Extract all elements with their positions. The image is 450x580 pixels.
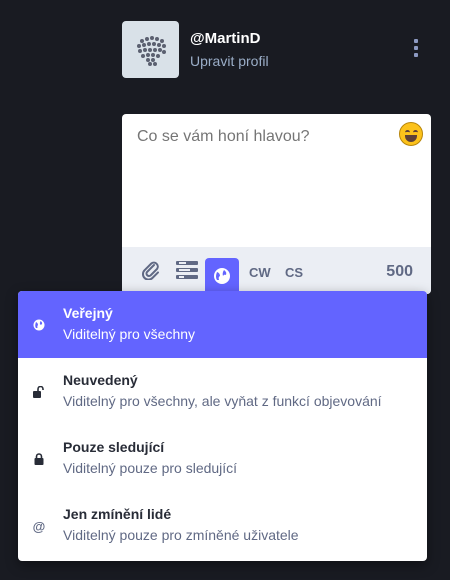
content-warning-button[interactable]: CW <box>249 265 271 280</box>
option-title: Pouze sledující <box>63 439 165 455</box>
privacy-option-public[interactable]: Veřejný Viditelný pro všechny <box>18 291 427 358</box>
privacy-option-direct[interactable]: @ Jen zmínění lidé Viditelný pouze pro z… <box>18 492 427 559</box>
globe-icon <box>33 319 45 331</box>
avatar[interactable] <box>122 21 179 78</box>
at-icon: @ <box>32 518 46 534</box>
language-button[interactable]: CS <box>285 265 303 280</box>
privacy-option-unlisted[interactable]: Neuvedený Viditelný pro všechny, ale vyň… <box>18 358 427 425</box>
navigation-bar: @MartinD Upravit profil <box>122 21 432 79</box>
option-title: Neuvedený <box>63 372 138 388</box>
unlock-icon <box>33 386 45 398</box>
compose-textarea[interactable] <box>135 127 399 147</box>
option-description: Viditelný pro všechny, ale vyňat z funkc… <box>63 393 382 409</box>
emoji-picker-icon[interactable] <box>399 122 423 146</box>
character-counter: 500 <box>386 263 413 280</box>
option-title: Jen zmínění lidé <box>63 506 172 522</box>
option-description: Viditelný pouze pro zmíněné uživatele <box>63 527 299 543</box>
option-description: Viditelný pouze pro sledující <box>63 460 238 476</box>
privacy-dropdown-menu: Veřejný Viditelný pro všechny Neuvedený … <box>18 291 427 561</box>
poll-icon[interactable] <box>176 260 198 280</box>
compose-toolbar: CW CS 500 <box>122 247 431 294</box>
more-options-icon[interactable] <box>407 37 425 59</box>
option-description: Viditelný pro všechny <box>63 326 196 342</box>
privacy-dropdown-button[interactable] <box>205 258 239 294</box>
edit-profile-link[interactable]: Upravit profil <box>190 53 269 69</box>
paperclip-icon[interactable] <box>142 260 160 280</box>
compose-form: CW CS 500 <box>122 114 431 294</box>
mastodon-elephant-icon <box>136 35 166 66</box>
privacy-option-followers[interactable]: Pouze sledující Viditelný pouze pro sled… <box>18 425 427 492</box>
option-title: Veřejný <box>63 305 113 321</box>
lock-icon <box>33 453 45 465</box>
username[interactable]: @MartinD <box>190 30 260 47</box>
globe-icon <box>214 268 230 284</box>
